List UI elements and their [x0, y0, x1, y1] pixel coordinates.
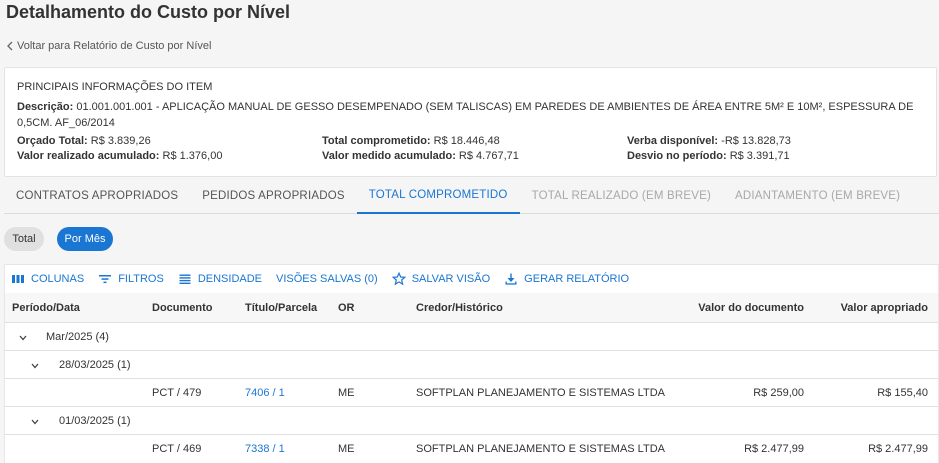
- save-view-label: SALVAR VISÃO: [411, 273, 491, 285]
- orcado-label: Orçado Total:: [17, 135, 88, 147]
- save-view-button[interactable]: SALVAR VISÃO: [391, 272, 491, 286]
- realizado-label: Valor realizado acumulado:: [17, 150, 160, 162]
- tab-pedidos-apropriados[interactable]: PEDIDOS APROPRIADOS: [190, 178, 356, 214]
- view-total-chip[interactable]: Total: [4, 227, 44, 251]
- saved-views-button[interactable]: VISÕES SALVAS (0): [276, 273, 378, 285]
- saved-views-label: VISÕES SALVAS (0): [276, 273, 378, 285]
- tab-bar: CONTRATOS APROPRIADOS PEDIDOS APROPRIADO…: [4, 178, 939, 214]
- cell-or: ME: [338, 387, 355, 399]
- cell-titulo-link[interactable]: 7338 / 1: [245, 443, 285, 455]
- col-titulo[interactable]: Título/Parcela: [245, 302, 317, 314]
- item-info-title: PRINCIPAIS INFORMAÇÕES DO ITEM: [17, 81, 213, 93]
- cell-valor-documento: R$ 259,00: [753, 387, 804, 399]
- generate-report-label: GERAR RELATÓRIO: [524, 273, 630, 285]
- chevron-down-icon[interactable]: [18, 332, 28, 342]
- back-link[interactable]: Voltar para Relatório de Custo por Nível: [6, 40, 211, 52]
- chevron-down-icon[interactable]: [30, 360, 40, 370]
- cell-credor: SOFTPLAN PLANEJAMENTO E SISTEMAS LTDA: [416, 387, 665, 399]
- generate-report-button[interactable]: GERAR RELATÓRIO: [504, 272, 629, 286]
- item-description: Descrição: 01.001.001.001 - APLICAÇÃO MA…: [17, 99, 922, 131]
- tab-adiantamento: ADIANTAMENTO (EM BREVE): [735, 190, 901, 202]
- tab-total-comprometido[interactable]: TOTAL COMPROMETIDO: [356, 178, 520, 214]
- orcado-value: R$ 3.839,26: [90, 135, 151, 147]
- tab-contratos-apropriados[interactable]: CONTRATOS APROPRIADOS: [4, 178, 190, 214]
- tab-total-realizado: TOTAL REALIZADO (EM BREVE): [531, 190, 712, 202]
- col-valor-documento[interactable]: Valor do documento: [698, 302, 804, 314]
- item-info-card: PRINCIPAIS INFORMAÇÕES DO ITEM Descrição…: [4, 67, 937, 177]
- verba-disponivel: Verba disponível: -R$ 13.828,73: [627, 135, 791, 147]
- col-valor-apropriado[interactable]: Valor apropriado: [841, 302, 928, 314]
- col-credor[interactable]: Credor/Histórico: [416, 302, 503, 314]
- medido-label: Valor medido acumulado:: [322, 150, 456, 162]
- filter-icon: [99, 275, 112, 284]
- comprometido-label: Total comprometido:: [322, 135, 431, 147]
- columns-label: COLUNAS: [31, 273, 85, 285]
- orcado-total: Orçado Total: R$ 3.839,26: [17, 135, 151, 147]
- table-row[interactable]: PCT / 479 7406 / 1 ME SOFTPLAN PLANEJAME…: [5, 379, 938, 407]
- table-row[interactable]: PCT / 469 7338 / 1 ME SOFTPLAN PLANEJAME…: [5, 435, 938, 463]
- verba-label: Verba disponível:: [627, 135, 719, 147]
- grid-toolbar: COLUNAS FILTROS DENSIDADE VISÕES SALVAS …: [5, 265, 938, 293]
- comprometido-value: R$ 18.446,48: [433, 135, 500, 147]
- realizado-value: R$ 1.376,00: [162, 150, 223, 162]
- columns-button[interactable]: COLUNAS: [11, 272, 84, 286]
- density-label: DENSIDADE: [197, 273, 263, 285]
- total-comprometido: Total comprometido: R$ 18.446,48: [322, 135, 500, 147]
- col-documento[interactable]: Documento: [152, 302, 213, 314]
- col-periodo[interactable]: Período/Data: [12, 302, 80, 314]
- download-icon: [505, 273, 517, 285]
- group-row-month[interactable]: Mar/2025 (4): [5, 323, 938, 351]
- group-month-label: Mar/2025 (4): [46, 331, 109, 343]
- filters-label: FILTROS: [118, 273, 164, 285]
- density-button[interactable]: DENSIDADE: [178, 272, 262, 286]
- table-header: Período/Data Documento Título/Parcela OR…: [5, 293, 938, 323]
- group-row-day[interactable]: 28/03/2025 (1): [5, 351, 938, 379]
- valor-medido: Valor medido acumulado: R$ 4.767,71: [322, 150, 519, 162]
- cell-or: ME: [338, 443, 355, 455]
- chevron-left-icon: [7, 41, 13, 51]
- col-or[interactable]: OR: [338, 302, 355, 314]
- cell-valor-documento: R$ 2.477,99: [744, 443, 804, 455]
- cell-credor: SOFTPLAN PLANEJAMENTO E SISTEMAS LTDA: [416, 443, 665, 455]
- cell-documento: PCT / 469: [152, 443, 202, 455]
- cell-documento: PCT / 479: [152, 387, 202, 399]
- valor-realizado: Valor realizado acumulado: R$ 1.376,00: [17, 150, 222, 162]
- chevron-down-icon[interactable]: [30, 416, 40, 426]
- description-value: 01.001.001.001 - APLICAÇÃO MANUAL DE GES…: [17, 101, 914, 129]
- cell-valor-apropriado: R$ 2.477,99: [868, 443, 928, 455]
- cell-titulo-link[interactable]: 7406 / 1: [245, 387, 285, 399]
- group-row-day[interactable]: 01/03/2025 (1): [5, 407, 938, 435]
- group-day-label: 28/03/2025 (1): [59, 359, 131, 371]
- page-title: Detalhamento do Custo por Nível: [6, 2, 291, 22]
- star-icon: [391, 272, 406, 286]
- desvio-periodo: Desvio no período: R$ 3.391,71: [627, 150, 790, 162]
- filters-button[interactable]: FILTROS: [98, 272, 164, 286]
- back-link-label: Voltar para Relatório de Custo por Nível: [17, 40, 212, 52]
- desvio-value: R$ 3.391,71: [729, 150, 790, 162]
- desvio-label: Desvio no período:: [627, 150, 727, 162]
- medido-value: R$ 4.767,71: [458, 150, 519, 162]
- verba-value: -R$ 13.828,73: [721, 135, 791, 147]
- density-icon: [179, 274, 191, 284]
- description-label: Descrição:: [17, 101, 74, 113]
- group-day-label: 01/03/2025 (1): [59, 415, 131, 427]
- columns-icon: [12, 275, 24, 283]
- cell-valor-apropriado: R$ 155,40: [877, 387, 928, 399]
- view-por-mes-chip[interactable]: Por Mês: [57, 227, 113, 251]
- data-grid: COLUNAS FILTROS DENSIDADE VISÕES SALVAS …: [4, 264, 939, 463]
